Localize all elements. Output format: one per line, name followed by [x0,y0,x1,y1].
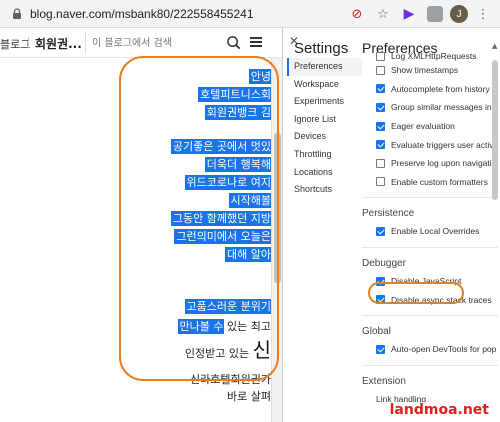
checkbox[interactable] [376,52,385,61]
checkbox[interactable] [376,102,385,112]
browser-address-bar[interactable]: blog.naver.com/msbank80/222558455241 ⊘ ☆… [0,0,500,28]
checkbox[interactable] [376,84,385,94]
blog-home-link[interactable]: 블로그 [0,36,30,52]
option-local-overrides[interactable]: Enable Local Overrides [362,222,498,241]
settings-title: Settings [294,40,349,57]
extension-play-icon[interactable]: ▶ [398,3,420,25]
menu-icon[interactable] [250,37,262,47]
checkbox[interactable] [376,140,385,150]
search-input[interactable] [92,35,222,51]
checkbox[interactable] [376,226,385,236]
nav-experiments[interactable]: Experiments [287,93,362,111]
nav-locations[interactable]: Locations [287,164,362,182]
nav-shortcuts[interactable]: Shortcuts [287,181,362,199]
option-show-timestamps[interactable]: Show timestamps [362,61,498,80]
block-icon[interactable]: ⊘ [346,3,368,25]
checkbox[interactable] [376,158,385,168]
nav-throttling[interactable]: Throttling [287,146,362,164]
option-eager-evaluation[interactable]: Eager evaluation [362,117,498,136]
blog-header: 블로그 회원권... [0,28,282,58]
settings-scrollbar[interactable]: ▲ [490,40,500,422]
checkbox[interactable] [376,344,385,354]
option-auto-open-devtools[interactable]: Auto-open DevTools for pop [362,340,498,359]
section-extension: Extension [362,364,498,390]
nav-devices[interactable]: Devices [287,128,362,146]
toolbar-icons: ⊘ ☆ ▶ J ⋮ [346,3,500,25]
nav-ignore-list[interactable]: Ignore List [287,111,362,129]
blog-search[interactable] [85,32,245,54]
url-text[interactable]: blog.naver.com/msbank80/222558455241 [30,7,254,21]
annotation-highlight-selection [119,56,279,381]
nav-preferences[interactable]: Preferences [287,58,362,76]
lock-icon [13,8,21,19]
preferences-pane: Preferences Log XMLHttpRequests Show tim… [362,40,498,422]
extensions-puzzle-icon[interactable] [424,3,446,25]
checkbox[interactable] [376,65,385,75]
section-debugger: Debugger [362,246,498,272]
option-log-xhr[interactable]: Log XMLHttpRequests [362,52,498,61]
annotation-highlight-disable-js [368,282,464,304]
settings-nav: Preferences Workspace Experiments Ignore… [287,58,362,199]
search-icon[interactable] [226,35,241,50]
scrollbar-thumb[interactable] [492,60,498,200]
option-evaluate-triggers[interactable]: Evaluate triggers user activa [362,135,498,154]
section-persistence: Persistence [362,197,498,222]
option-preserve-log[interactable]: Preserve log upon navigatio [362,154,498,173]
nav-workspace[interactable]: Workspace [287,76,362,94]
scroll-up-icon[interactable]: ▲ [492,42,497,50]
profile-avatar[interactable]: J [450,5,468,23]
checkbox[interactable] [376,177,385,187]
star-icon[interactable]: ☆ [372,3,394,25]
option-autocomplete-history[interactable]: Autocomplete from history [362,80,498,99]
more-vert-icon[interactable]: ⋮ [472,3,494,25]
divider [28,37,29,48]
checkbox[interactable] [376,121,385,131]
option-custom-formatters[interactable]: Enable custom formatters [362,173,498,192]
post-line: 바로 살펴 [227,390,271,403]
section-global: Global [362,314,498,340]
watermark: landmoa.net [386,402,492,418]
blog-title[interactable]: 회원권... [35,35,82,52]
option-group-similar[interactable]: Group similar messages in c [362,98,498,117]
